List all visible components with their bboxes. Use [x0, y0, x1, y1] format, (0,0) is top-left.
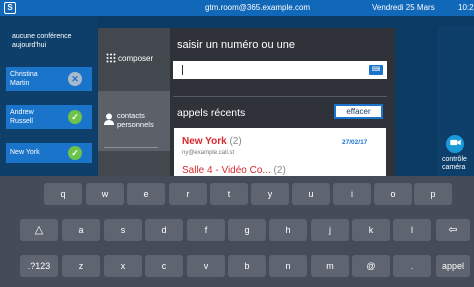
dial-input[interactable]: ⌨	[173, 61, 387, 79]
room-address: gtm.room@365.example.com	[205, 3, 311, 12]
key-q[interactable]: q	[44, 183, 82, 205]
key-u[interactable]: u	[292, 183, 330, 205]
keyboard-icon[interactable]: ⌨	[369, 65, 383, 75]
camera-control-label: contrôle caméra	[442, 156, 467, 171]
shift-key[interactable]: △	[20, 219, 58, 241]
call-count: (2)	[273, 165, 286, 176]
no-meetings-label: aucune conférence aujourd'hui	[8, 29, 94, 53]
key-b[interactable]: b	[228, 255, 266, 277]
key-h[interactable]: h	[269, 219, 307, 241]
participant-christina-martin[interactable]: Christina Martin ✕	[6, 67, 92, 91]
key-w[interactable]: w	[86, 183, 124, 205]
divider	[104, 147, 158, 148]
close-icon[interactable]: ✕	[68, 72, 82, 86]
key-c[interactable]: c	[145, 255, 183, 277]
recent-call-date: 27/02/17	[342, 139, 368, 146]
camera-glyph	[449, 140, 461, 146]
key-l[interactable]: l	[393, 219, 431, 241]
dial-prompt: saisir un numéro ou une	[177, 39, 296, 51]
call-key[interactable]: appel	[436, 255, 470, 277]
call-name-text: Salle 4 - Vidéo Co...	[182, 165, 271, 176]
keypad-icon	[106, 53, 116, 63]
key-n[interactable]: n	[269, 255, 307, 277]
status-bar: S gtm.room@365.example.com Vendredi 25 M…	[0, 0, 474, 16]
checkmark-icon: ✓	[68, 110, 82, 124]
call-name-text: New York	[182, 136, 227, 147]
current-time: 10:24	[458, 3, 474, 12]
checkmark-icon: ✓	[68, 146, 82, 160]
key-k[interactable]: k	[352, 219, 390, 241]
clear-button[interactable]: effacer	[334, 104, 383, 119]
recent-calls-title: appels récents	[177, 107, 246, 119]
sidebar-item-label: aucune conférence aujourd'hui	[12, 33, 72, 49]
participant-new-york[interactable]: New York ✓	[6, 143, 92, 163]
recent-call-name[interactable]: New York (2)	[182, 136, 242, 147]
key-j[interactable]: j	[311, 219, 349, 241]
right-sidebar	[437, 26, 474, 176]
recent-call-address: ny@example.call.st	[182, 150, 235, 156]
key-s[interactable]: s	[104, 219, 142, 241]
key-m[interactable]: m	[311, 255, 349, 277]
participant-name: Andrew Russell	[10, 109, 34, 125]
camera-icon[interactable]	[446, 135, 464, 153]
tab-label: composer	[118, 54, 154, 63]
key-t[interactable]: t	[210, 183, 248, 205]
key-x[interactable]: x	[104, 255, 142, 277]
key-d[interactable]: d	[145, 219, 183, 241]
meetings-sidebar: aucune conférence aujourd'hui Christina …	[0, 16, 97, 176]
key-a[interactable]: a	[62, 219, 100, 241]
text-caret	[182, 65, 183, 75]
key-g[interactable]: g	[228, 219, 266, 241]
skype-icon: S	[4, 2, 16, 14]
key-at[interactable]: @	[352, 255, 390, 277]
key-p[interactable]: p	[414, 183, 452, 205]
key-o[interactable]: o	[374, 183, 412, 205]
backspace-key[interactable]: ⇦	[436, 219, 470, 241]
current-date: Vendredi 25 Mars	[372, 3, 435, 12]
on-screen-keyboard: q w e r t y u i o p △ a s d f g h j k l …	[0, 176, 474, 287]
key-y[interactable]: y	[251, 183, 289, 205]
participant-name: Christina Martin	[10, 71, 38, 87]
participant-name: New York	[10, 149, 40, 156]
recent-calls-list[interactable]: New York (2) ny@example.call.st 27/02/17…	[174, 128, 386, 176]
key-r[interactable]: r	[169, 183, 207, 205]
divider	[173, 96, 387, 97]
key-e[interactable]: e	[127, 183, 165, 205]
tab-label: contacts personnels	[117, 111, 154, 129]
recent-call-name[interactable]: Salle 4 - Vidéo Co... (2)	[182, 165, 286, 176]
participant-andrew-russell[interactable]: Andrew Russell ✓	[6, 105, 92, 129]
key-period[interactable]: .	[393, 255, 431, 277]
person-icon	[104, 113, 114, 125]
call-count: (2)	[229, 136, 242, 147]
key-v[interactable]: v	[187, 255, 225, 277]
key-f[interactable]: f	[187, 219, 225, 241]
tab-composer[interactable]: composer	[98, 42, 170, 80]
tab-contacts[interactable]: contacts personnels	[98, 91, 170, 151]
numbers-key[interactable]: .?123	[20, 255, 58, 277]
key-i[interactable]: i	[333, 183, 371, 205]
key-z[interactable]: z	[62, 255, 100, 277]
